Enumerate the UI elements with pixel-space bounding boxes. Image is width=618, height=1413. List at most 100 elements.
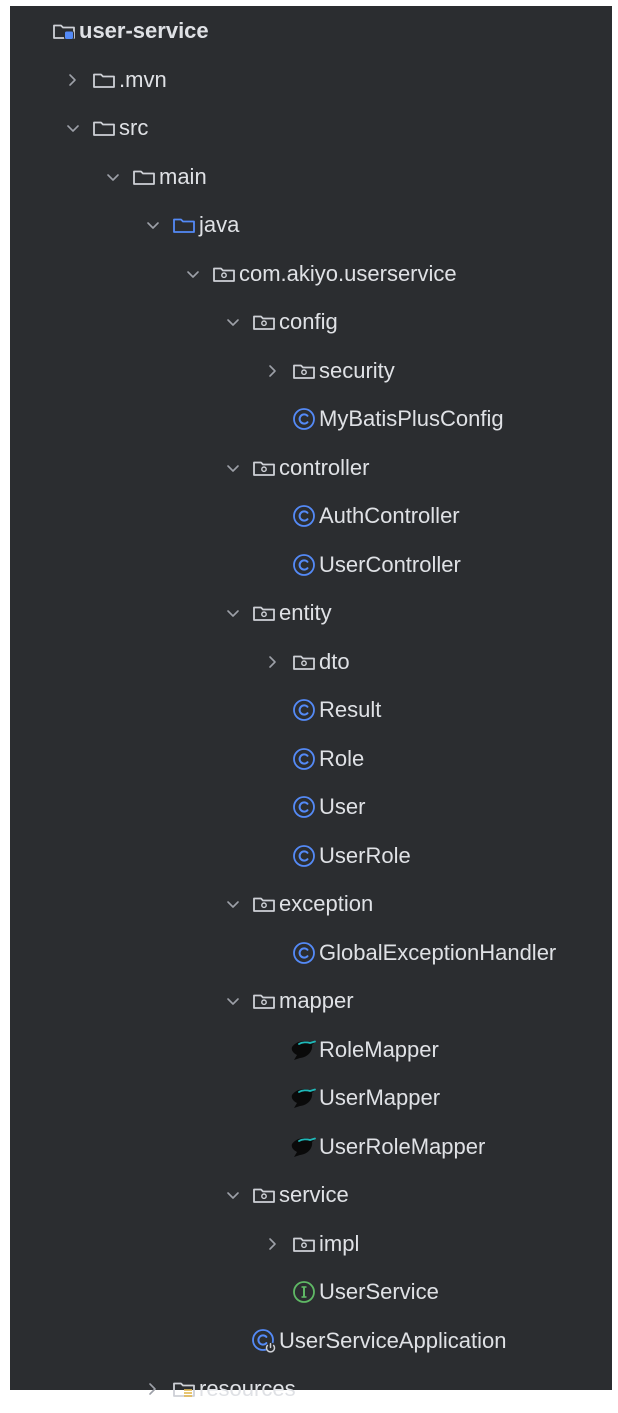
tree-item[interactable]: controller: [10, 444, 612, 492]
package-icon: [252, 298, 280, 346]
tree-item-label: UserServiceApplication: [279, 1328, 507, 1353]
tree-item[interactable]: src: [10, 104, 612, 152]
tree-item-label: MyBatisPlusConfig: [319, 406, 504, 431]
chevron-down-icon[interactable]: [222, 589, 244, 637]
tree-item-label: controller: [279, 455, 370, 480]
chevron-right-icon[interactable]: [262, 347, 284, 395]
tree-item[interactable]: Role: [10, 735, 612, 783]
tree-item-label: config: [279, 309, 338, 334]
tree-item-label: AuthController: [319, 503, 460, 528]
chevron-down-icon[interactable]: [222, 298, 244, 346]
chevron-down-icon[interactable]: [222, 444, 244, 492]
resources-root-icon: [172, 1365, 200, 1413]
tree-item[interactable]: user-service: [10, 7, 612, 55]
package-icon: [252, 589, 280, 637]
tree-item[interactable]: exception: [10, 880, 612, 928]
tree-item-label: .mvn: [119, 67, 167, 92]
tree-item[interactable]: UserMapper: [10, 1074, 612, 1122]
chevron-down-icon[interactable]: [182, 250, 204, 298]
chevron-right-icon[interactable]: [262, 1220, 284, 1268]
tree-item[interactable]: security: [10, 347, 612, 395]
tree-item-label: mapper: [279, 988, 354, 1013]
chevron-down-icon[interactable]: [222, 880, 244, 928]
module-folder-icon: [52, 7, 80, 55]
chevron-right-icon[interactable]: [62, 56, 84, 104]
tree-item[interactable]: UserService: [10, 1268, 612, 1316]
tree-item[interactable]: service: [10, 1171, 612, 1219]
tree-item-label: dto: [319, 649, 350, 674]
mybatis-mapper-icon: [291, 1123, 320, 1171]
tree-item-label: UserRole: [319, 843, 411, 868]
tree-item[interactable]: RoleMapper: [10, 1026, 612, 1074]
tree-item-label: security: [319, 358, 395, 383]
tree-item-label: Result: [319, 697, 382, 722]
tree-item[interactable]: GlobalExceptionHandler: [10, 929, 612, 977]
chevron-down-icon[interactable]: [222, 1171, 244, 1219]
package-icon: [292, 638, 320, 686]
package-icon: [292, 347, 320, 395]
class-icon: [292, 492, 320, 540]
tree-item[interactable]: UserRoleMapper: [10, 1123, 612, 1171]
mybatis-mapper-icon: [291, 1026, 320, 1074]
tree-item-label: GlobalExceptionHandler: [319, 940, 557, 965]
tree-item-label: service: [279, 1182, 349, 1207]
tree-item[interactable]: resources: [10, 1365, 612, 1413]
project-tree-panel: user-service .mvn src main java com.akiyo.use…: [10, 6, 612, 1401]
tree-item-label: impl: [319, 1231, 360, 1256]
tree-item[interactable]: com.akiyo.userservice: [10, 250, 612, 298]
tree-item[interactable]: java: [10, 201, 612, 249]
tree-item-label: main: [159, 164, 207, 189]
tree-item[interactable]: entity: [10, 589, 612, 637]
tree-item[interactable]: main: [10, 153, 612, 201]
interface-icon: [292, 1268, 320, 1316]
package-icon: [212, 250, 240, 298]
tree-item[interactable]: AuthController: [10, 492, 612, 540]
chevron-right-icon[interactable]: [142, 1365, 164, 1413]
class-icon: [292, 929, 320, 977]
tree-item[interactable]: dto: [10, 638, 612, 686]
class-icon: [292, 832, 320, 880]
tree-item-label: User: [319, 794, 366, 819]
tree-item[interactable]: Result: [10, 686, 612, 734]
tree-item[interactable]: User: [10, 783, 612, 831]
source-root-icon: [172, 201, 200, 249]
tree-item-label: src: [119, 115, 149, 140]
tree-item-label: UserRoleMapper: [319, 1134, 486, 1159]
tree-item[interactable]: config: [10, 298, 612, 346]
tree-item[interactable]: mapper: [10, 977, 612, 1025]
package-icon: [252, 444, 280, 492]
tree-item-label: RoleMapper: [319, 1037, 439, 1062]
tree-item[interactable]: UserController: [10, 541, 612, 589]
tree-item-label: resources: [199, 1376, 296, 1401]
mybatis-mapper-icon: [291, 1074, 320, 1122]
tree-item[interactable]: MyBatisPlusConfig: [10, 395, 612, 443]
tree-item-label: exception: [279, 891, 374, 916]
folder-icon: [132, 153, 160, 201]
tree-item-label: UserController: [319, 552, 461, 577]
package-icon: [252, 977, 280, 1025]
tree-item-label: com.akiyo.userservice: [239, 261, 457, 286]
package-icon: [292, 1220, 320, 1268]
tree-item-label: UserMapper: [319, 1085, 441, 1110]
tree-item[interactable]: .mvn: [10, 56, 612, 104]
folder-icon: [92, 56, 120, 104]
class-icon: [292, 735, 320, 783]
tree-item-label: entity: [279, 600, 332, 625]
class-icon: [292, 686, 320, 734]
class-icon: [292, 783, 320, 831]
class-icon: [292, 541, 320, 589]
package-icon: [252, 880, 280, 928]
tree-item-label: UserService: [319, 1279, 439, 1304]
tree-item[interactable]: impl: [10, 1220, 612, 1268]
chevron-right-icon[interactable]: [262, 638, 284, 686]
class-icon: [292, 395, 320, 443]
tree-item[interactable]: UserServiceApplication: [10, 1317, 612, 1365]
tree-item-label: Role: [319, 746, 365, 771]
package-icon: [252, 1171, 280, 1219]
spring-boot-application-icon: [252, 1317, 280, 1365]
chevron-down-icon[interactable]: [62, 104, 84, 152]
tree-item[interactable]: UserRole: [10, 832, 612, 880]
chevron-down-icon[interactable]: [222, 977, 244, 1025]
chevron-down-icon[interactable]: [102, 153, 124, 201]
chevron-down-icon[interactable]: [142, 201, 164, 249]
